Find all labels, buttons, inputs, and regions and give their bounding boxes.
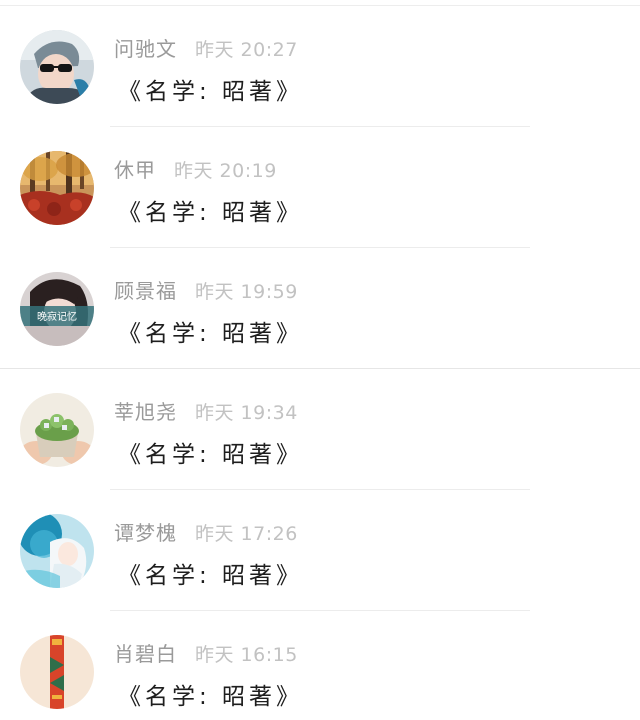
chat-message-list: 问驰文 昨天 20:27 《名学: 昭著》 休甲 昨天 20:19 《名学: 昭… [0, 0, 640, 720]
message-item[interactable]: 休甲 昨天 20:19 《名学: 昭著》 [0, 127, 640, 248]
avatar-potted-plant-icon[interactable] [20, 393, 94, 467]
message-time: 昨天 20:19 [174, 160, 277, 182]
message-time: 昨天 20:27 [195, 39, 298, 61]
avatar-red-pattern-icon[interactable] [20, 635, 94, 709]
message-text[interactable]: 《名学: 昭著》 [118, 316, 303, 352]
message-time: 昨天 19:59 [195, 281, 298, 303]
message-item[interactable]: 肖碧白 昨天 16:15 《名学: 昭著》 [0, 611, 640, 720]
message-text[interactable]: 《名学: 昭著》 [118, 74, 303, 110]
avatar-caption: 晚寂记忆 [37, 310, 77, 323]
message-item[interactable]: 莘旭尧 昨天 19:34 《名学: 昭著》 [0, 369, 640, 490]
message-text[interactable]: 《名学: 昭著》 [118, 558, 303, 594]
sender-name[interactable]: 顾景福 [114, 279, 177, 303]
avatar-girl-portrait-icon[interactable]: 晚寂记忆 [20, 272, 94, 346]
avatar-autumn-forest-icon[interactable] [20, 151, 94, 225]
message-time: 昨天 16:15 [195, 644, 298, 666]
message-item[interactable]: 问驰文 昨天 20:27 《名学: 昭著》 [0, 6, 640, 127]
message-text[interactable]: 《名学: 昭著》 [118, 195, 303, 231]
avatar-blue-anime-icon[interactable] [20, 514, 94, 588]
message-item[interactable]: 谭梦槐 昨天 17:26 《名学: 昭著》 [0, 490, 640, 611]
message-time: 昨天 17:26 [195, 523, 298, 545]
message-time: 昨天 19:34 [195, 402, 298, 424]
sender-name[interactable]: 问驰文 [114, 37, 177, 61]
sender-name[interactable]: 谭梦槐 [114, 521, 177, 545]
message-item[interactable]: 晚寂记忆 顾景福 昨天 19:59 《名学: 昭著》 [0, 248, 640, 369]
sender-name[interactable]: 休甲 [114, 158, 156, 182]
sender-name[interactable]: 肖碧白 [114, 642, 177, 666]
message-text[interactable]: 《名学: 昭著》 [118, 437, 303, 473]
avatar-sunglasses-portrait-icon[interactable] [20, 30, 94, 104]
message-text[interactable]: 《名学: 昭著》 [118, 679, 303, 715]
sender-name[interactable]: 莘旭尧 [114, 400, 177, 424]
